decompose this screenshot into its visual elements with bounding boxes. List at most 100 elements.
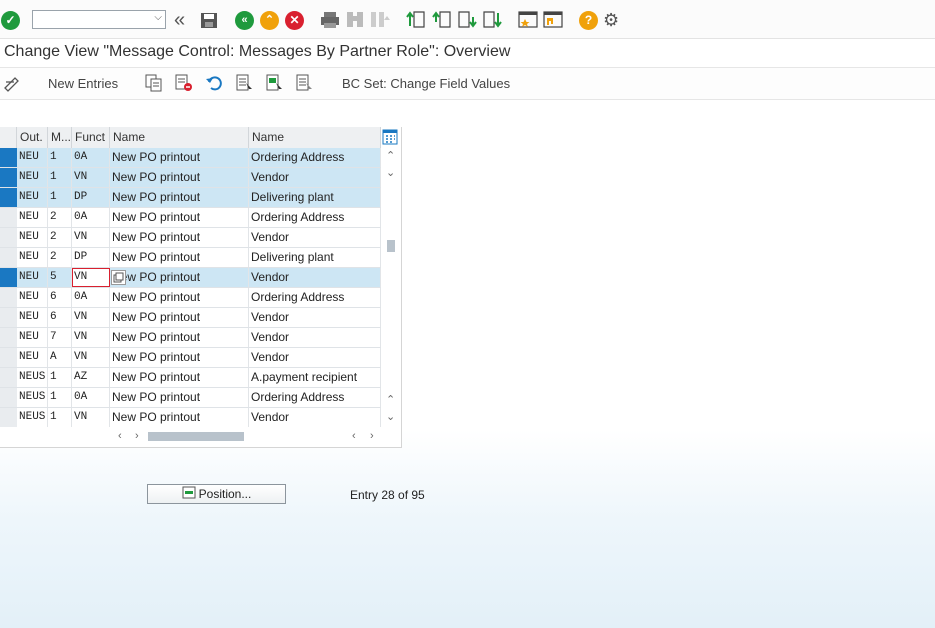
table-row[interactable]: NEU 7 VN New PO printout Vendor xyxy=(0,328,381,348)
cell-medium[interactable]: 6 xyxy=(48,308,72,327)
cell-output-type[interactable]: NEU xyxy=(17,188,48,207)
select-block-icon[interactable] xyxy=(266,74,284,92)
cell-output-type[interactable]: NEUS xyxy=(17,408,48,427)
table-row[interactable]: NEU A VN New PO printout Vendor xyxy=(0,348,381,368)
delete-icon[interactable] xyxy=(175,74,193,92)
cell-medium[interactable]: 5 xyxy=(48,268,72,287)
cell-function[interactable]: 0A xyxy=(72,388,110,407)
table-settings-icon[interactable] xyxy=(382,129,398,148)
cell-output-type[interactable]: NEU xyxy=(17,248,48,267)
cell-function[interactable]: VN xyxy=(72,348,110,367)
back-icon[interactable]: « xyxy=(235,11,254,30)
table-row[interactable]: NEU 1 VN New PO printout Vendor xyxy=(0,168,381,188)
row-selector[interactable] xyxy=(0,228,17,247)
table-row[interactable]: NEUS 1 0A New PO printout Ordering Address xyxy=(0,388,381,408)
table-row[interactable]: NEU 6 VN New PO printout Vendor xyxy=(0,308,381,328)
scroll-right-2-icon[interactable]: › xyxy=(370,430,374,442)
deselect-all-icon[interactable] xyxy=(296,74,314,92)
select-all-icon[interactable] xyxy=(236,74,254,92)
cell-output-type[interactable]: NEU xyxy=(17,208,48,227)
cell-medium[interactable]: 6 xyxy=(48,288,72,307)
cell-medium[interactable]: A xyxy=(48,348,72,367)
settings-icon[interactable]: ⚙ xyxy=(603,10,619,31)
cell-function[interactable]: AZ xyxy=(72,368,110,387)
new-entries-button[interactable]: New Entries xyxy=(48,76,118,91)
col-header-name[interactable]: Name xyxy=(110,127,249,148)
row-selector[interactable] xyxy=(0,348,17,367)
cell-medium[interactable]: 1 xyxy=(48,388,72,407)
cell-function[interactable]: VN xyxy=(72,408,110,427)
next-page-icon[interactable] xyxy=(457,10,477,29)
scroll-page-down-icon[interactable]: ⌄ xyxy=(386,410,395,423)
cell-output-type[interactable]: NEUS xyxy=(17,368,48,387)
cell-function[interactable]: VN xyxy=(72,328,110,347)
row-selector[interactable] xyxy=(0,148,17,167)
find-next-icon[interactable] xyxy=(369,10,391,29)
cell-medium[interactable]: 2 xyxy=(48,228,72,247)
cell-function[interactable]: VN xyxy=(72,168,110,187)
cell-output-type[interactable]: NEU xyxy=(17,148,48,167)
row-selector[interactable] xyxy=(0,388,17,407)
last-page-icon[interactable] xyxy=(482,10,502,29)
help-icon[interactable]: ? xyxy=(579,11,598,30)
row-selector[interactable] xyxy=(0,188,17,207)
horizontal-scrollbar[interactable]: ‹ › ‹ › xyxy=(0,427,401,447)
row-selector[interactable] xyxy=(0,248,17,267)
cell-medium[interactable]: 1 xyxy=(48,408,72,427)
table-row[interactable]: NEUS 1 AZ New PO printout A.payment recipien… xyxy=(0,368,381,388)
cell-function[interactable]: DP xyxy=(72,248,110,267)
shortcut-icon[interactable] xyxy=(543,10,563,29)
command-field[interactable]: ⌵ xyxy=(32,10,166,29)
cell-output-type[interactable]: NEU xyxy=(17,308,48,327)
cell-output-type[interactable]: NEUS xyxy=(17,388,48,407)
cell-function[interactable]: 0A xyxy=(72,288,110,307)
cell-output-type[interactable]: NEU xyxy=(17,268,48,287)
scroll-right-icon[interactable]: › xyxy=(135,430,139,442)
cell-function[interactable]: 0A xyxy=(72,208,110,227)
row-selector[interactable] xyxy=(0,208,17,227)
row-selector[interactable] xyxy=(0,288,17,307)
cell-medium[interactable]: 1 xyxy=(48,168,72,187)
new-window-icon[interactable] xyxy=(518,10,538,29)
cell-output-type[interactable]: NEU xyxy=(17,288,48,307)
scroll-page-up-icon[interactable]: ⌃ xyxy=(386,393,395,406)
cell-function[interactable]: 0A xyxy=(72,148,110,167)
row-selector[interactable] xyxy=(0,308,17,327)
copy-icon[interactable] xyxy=(145,74,163,92)
scroll-down-icon[interactable]: ⌄ xyxy=(386,166,395,179)
cell-output-type[interactable]: NEU xyxy=(17,228,48,247)
back-double-icon[interactable]: « xyxy=(174,9,185,32)
table-row[interactable]: NEU 2 DP New PO printout Delivering plant xyxy=(0,248,381,268)
cancel-icon[interactable]: ✕ xyxy=(285,11,304,30)
row-selector[interactable] xyxy=(0,168,17,187)
col-header-m[interactable]: M... xyxy=(48,127,72,148)
previous-page-icon[interactable] xyxy=(432,10,452,29)
cell-function[interactable]: VN xyxy=(72,228,110,247)
cell-function[interactable]: VN xyxy=(72,268,110,287)
exit-icon[interactable]: ⌃ xyxy=(260,11,279,30)
chevron-down-icon[interactable]: ⌵ xyxy=(154,12,162,23)
scroll-up-icon[interactable]: ⌃ xyxy=(386,149,395,162)
row-selector[interactable] xyxy=(0,328,17,347)
cell-medium[interactable]: 2 xyxy=(48,248,72,267)
table-row[interactable]: NEU 2 VN New PO printout Vendor xyxy=(0,228,381,248)
row-selector[interactable] xyxy=(0,368,17,387)
table-row[interactable]: NEU 5 VN New PO printout Vendor xyxy=(0,268,381,288)
cell-function[interactable]: DP xyxy=(72,188,110,207)
cell-medium[interactable]: 7 xyxy=(48,328,72,347)
col-header-out[interactable]: Out. xyxy=(17,127,48,148)
table-row[interactable]: NEU 6 0A New PO printout Ordering Address xyxy=(0,288,381,308)
select-all-cell[interactable] xyxy=(0,127,17,148)
hscroll-thumb[interactable] xyxy=(148,432,244,441)
value-help-icon[interactable] xyxy=(111,270,126,285)
save-icon[interactable] xyxy=(200,12,218,29)
row-selector[interactable] xyxy=(0,268,17,287)
cell-output-type[interactable]: NEU xyxy=(17,328,48,347)
find-icon[interactable] xyxy=(345,10,365,29)
scroll-left-icon[interactable]: ‹ xyxy=(118,430,122,442)
vertical-scrollbar[interactable]: ⌃ ⌄ ⌃ ⌄ xyxy=(381,148,401,427)
display-change-icon[interactable] xyxy=(3,74,21,92)
command-input[interactable] xyxy=(35,12,149,29)
row-selector[interactable] xyxy=(0,408,17,427)
cell-medium[interactable]: 2 xyxy=(48,208,72,227)
